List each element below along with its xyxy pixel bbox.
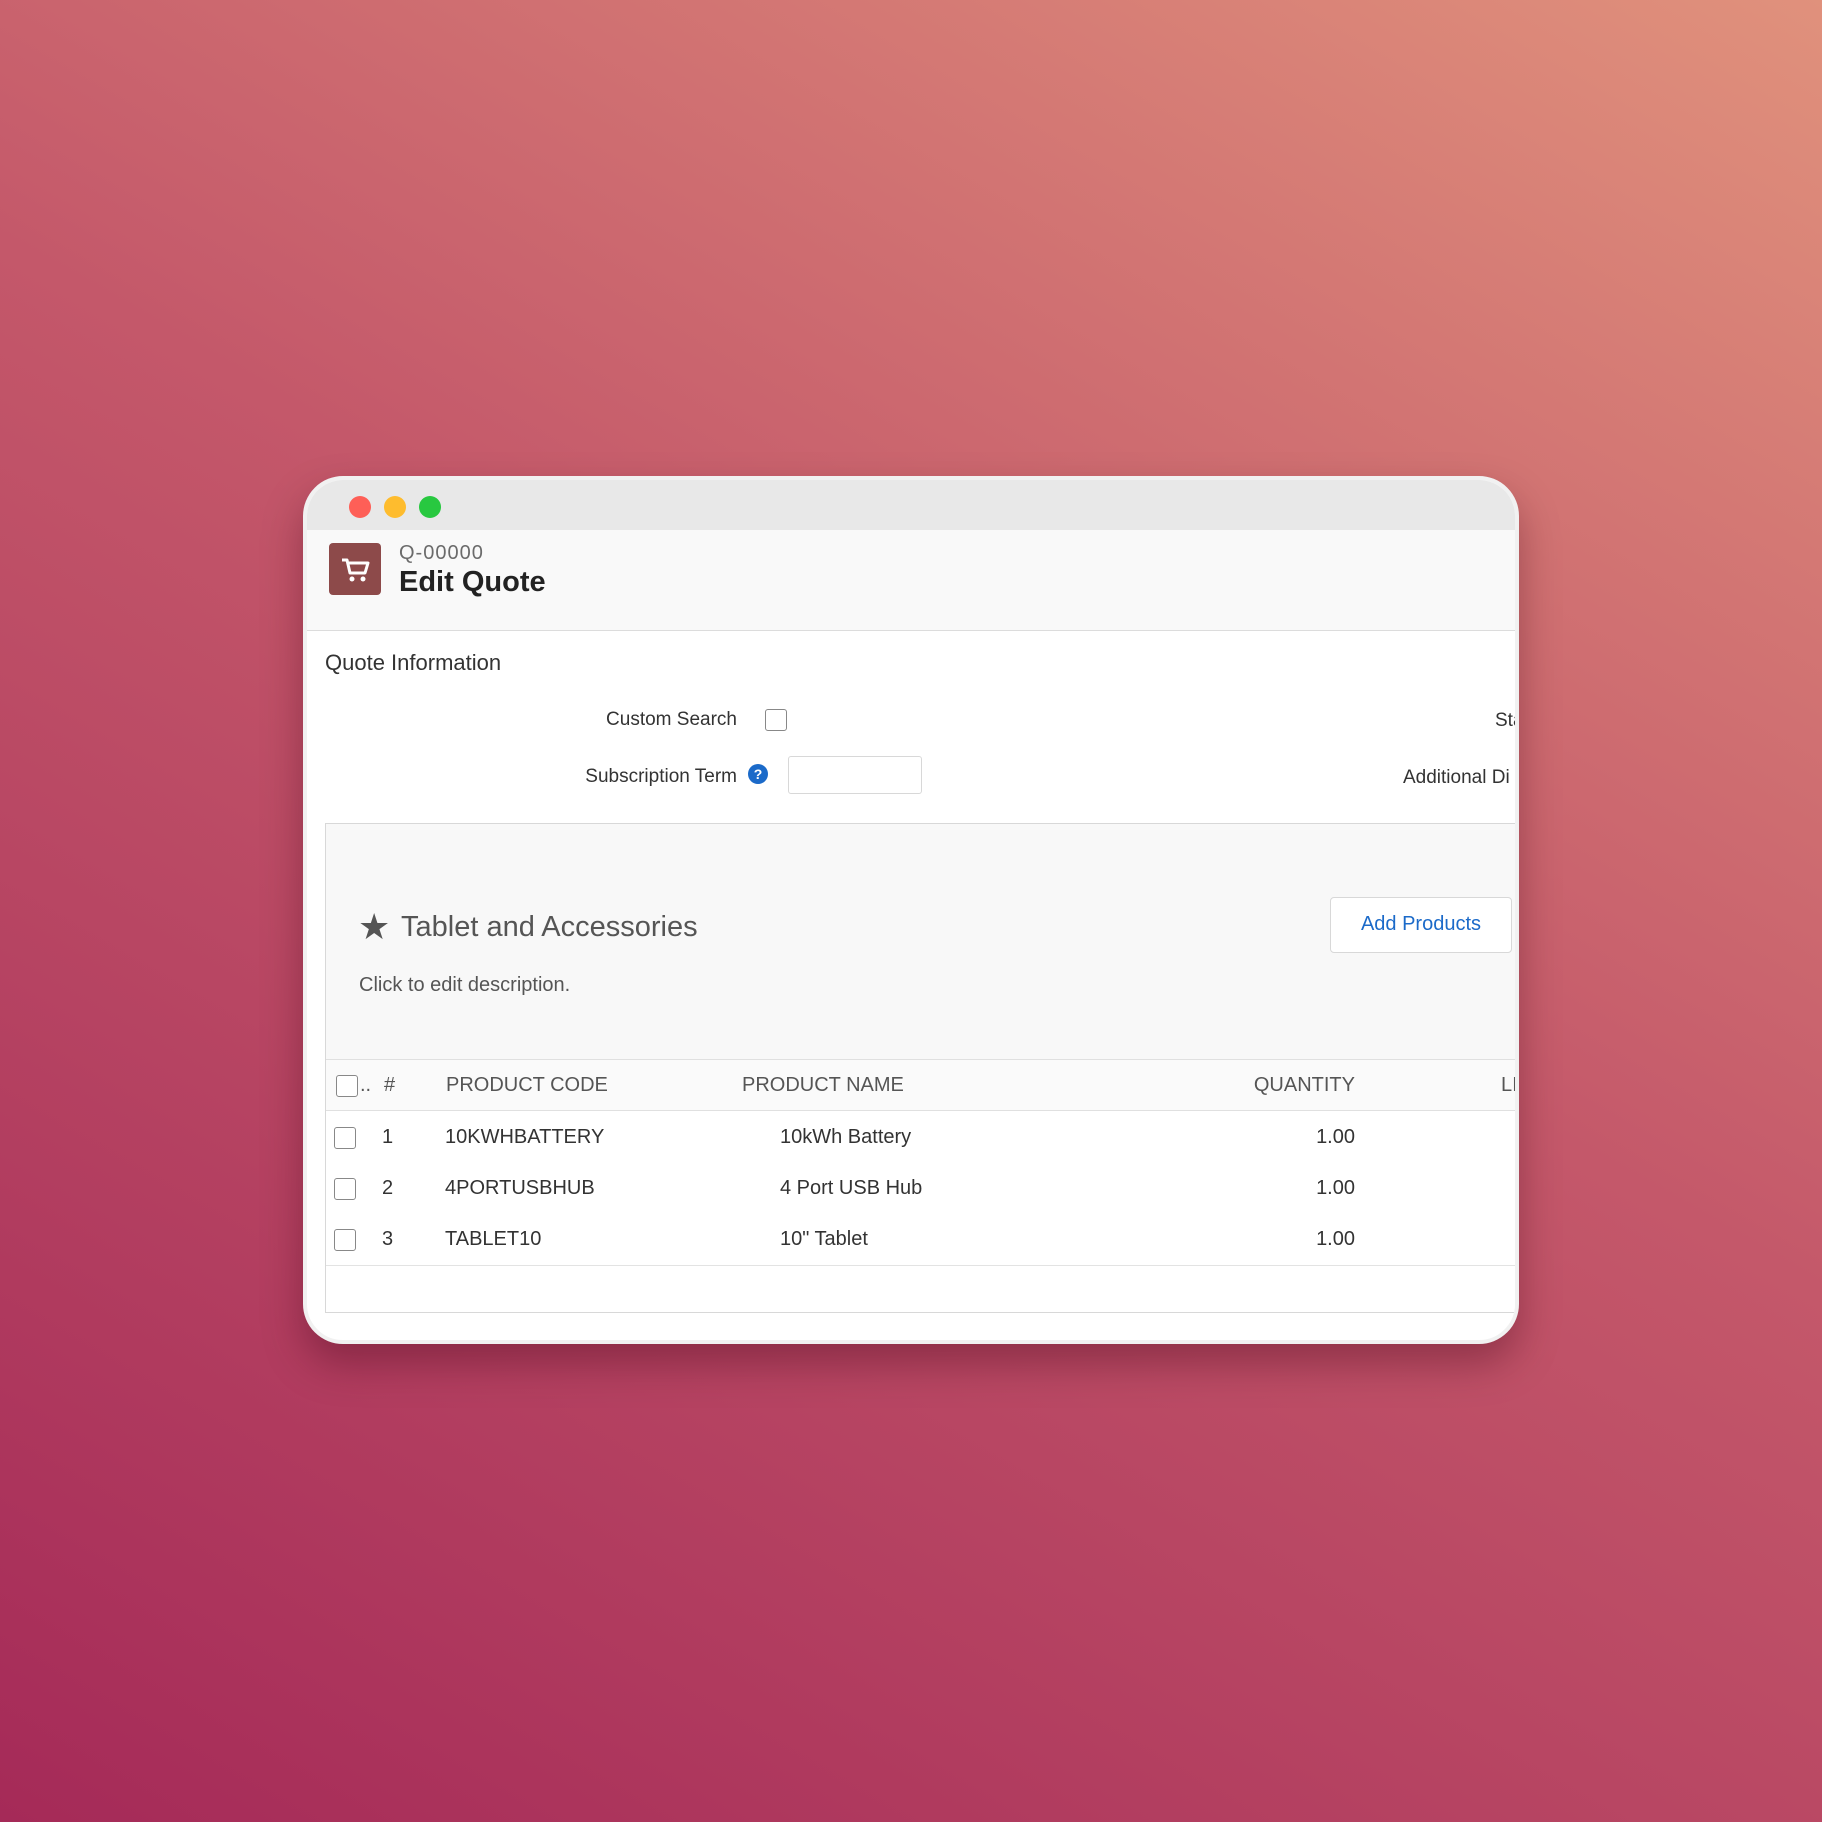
row-number: 2 — [382, 1177, 394, 1199]
quantity-value[interactable]: 1.00 — [1195, 1177, 1355, 1200]
product-name-column-header[interactable]: PRODUCT NAME — [742, 1074, 904, 1097]
table-row[interactable]: 3 TABLET10 10" Tablet 1.00 — [326, 1214, 1515, 1266]
quantity-value[interactable]: 1.00 — [1195, 1228, 1355, 1251]
select-column-header: .. — [360, 1074, 372, 1096]
minimize-window-button[interactable] — [384, 496, 406, 518]
quantity-column-header[interactable]: QUANTITY — [1220, 1074, 1355, 1097]
quantity-value[interactable]: 1.00 — [1195, 1126, 1355, 1149]
row-checkbox[interactable] — [334, 1229, 356, 1251]
custom-search-label: Custom Search — [606, 709, 737, 730]
page-header: Q-00000 Edit Quote — [307, 530, 1515, 631]
product-name: 10kWh Battery — [780, 1126, 912, 1148]
row-checkbox[interactable] — [334, 1127, 356, 1149]
table-row[interactable]: 1 10KWHBATTERY 10kWh Battery 1.00 — [326, 1112, 1515, 1164]
group-title[interactable]: Tablet and Accessories — [401, 911, 698, 944]
quote-line-group: ★ Tablet and Accessories Click to edit d… — [325, 823, 1515, 1313]
custom-search-checkbox[interactable] — [765, 709, 787, 731]
subscription-term-label: Subscription Term — [585, 766, 737, 787]
row-checkbox[interactable] — [334, 1178, 356, 1200]
table-row[interactable]: 2 4PORTUSBHUB 4 Port USB Hub 1.00 — [326, 1163, 1515, 1215]
title-bar — [307, 480, 1515, 530]
product-code: 10KWHBATTERY — [445, 1126, 605, 1148]
section-title: Quote Information — [325, 650, 502, 675]
num-column-header[interactable]: # — [384, 1074, 395, 1097]
add-products-button[interactable]: Add Products — [1330, 897, 1512, 953]
page-title: Edit Quote — [399, 566, 546, 598]
app-window: Q-00000 Edit Quote Quote Information Cus… — [303, 476, 1519, 1344]
product-name: 10" Tablet — [780, 1228, 868, 1250]
maximize-window-button[interactable] — [419, 496, 441, 518]
group-header: ★ Tablet and Accessories Click to edit d… — [326, 824, 1515, 1060]
table-header: .. # PRODUCT CODE PRODUCT NAME QUANTITY … — [326, 1060, 1515, 1111]
product-code-column-header[interactable]: PRODUCT CODE — [446, 1074, 608, 1097]
help-icon[interactable]: ? — [748, 764, 768, 784]
star-icon: ★ — [358, 906, 391, 947]
product-name: 4 Port USB Hub — [780, 1177, 923, 1199]
additional-discount-label: Additional Di — [1403, 767, 1510, 788]
product-code: 4PORTUSBHUB — [445, 1177, 595, 1199]
subscription-term-input[interactable] — [788, 756, 922, 794]
start-date-label: Sta — [1495, 710, 1515, 731]
list-price-column-header[interactable]: LI — [1501, 1074, 1515, 1097]
cart-icon — [329, 543, 381, 595]
close-window-button[interactable] — [349, 496, 371, 518]
row-number: 3 — [382, 1228, 394, 1250]
select-all-checkbox[interactable] — [336, 1075, 358, 1097]
row-number: 1 — [382, 1126, 394, 1148]
product-code: TABLET10 — [445, 1228, 542, 1250]
group-description[interactable]: Click to edit description. — [359, 974, 570, 997]
quote-number: Q-00000 — [399, 542, 484, 564]
